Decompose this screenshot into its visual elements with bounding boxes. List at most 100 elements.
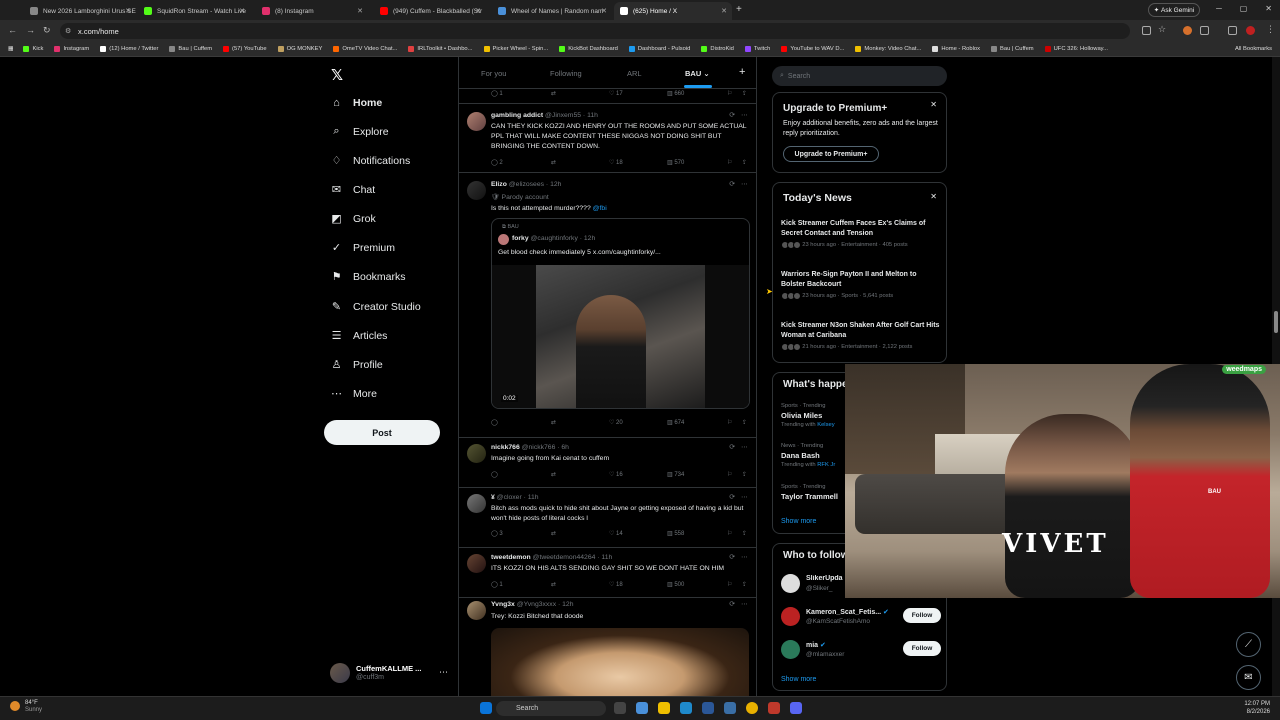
- extensions-puzzle-icon[interactable]: [1200, 26, 1209, 35]
- app-icon[interactable]: [636, 702, 648, 714]
- repost-icon[interactable]: ⇄: [551, 581, 556, 588]
- reply-icon[interactable]: ◯ 2: [491, 159, 503, 166]
- like-icon[interactable]: ♡ 17: [609, 90, 623, 97]
- search-input[interactable]: ⌕ Search: [772, 66, 947, 86]
- close-tab-icon[interactable]: ✕: [475, 7, 481, 15]
- share-icon[interactable]: ⇪: [742, 419, 747, 426]
- bookmark-item[interactable]: Instagram: [54, 46, 89, 52]
- trend-item[interactable]: Sports · Trending Taylor Trammell: [781, 484, 841, 501]
- app-icon[interactable]: [724, 702, 736, 714]
- discord-icon[interactable]: [790, 702, 802, 714]
- browser-tab[interactable]: Wheel of Names | Random nam ✕: [492, 2, 612, 20]
- bookmark-icon[interactable]: ⚐: [727, 419, 732, 426]
- back-icon[interactable]: ←: [8, 25, 17, 35]
- tab-arl[interactable]: ARL: [627, 69, 642, 78]
- reply-icon[interactable]: ◯ 1: [491, 581, 503, 588]
- trend-item[interactable]: News · Trending Dana Bash Trending with RF…: [781, 443, 841, 468]
- follow-button[interactable]: Follow: [903, 608, 941, 623]
- like-icon[interactable]: ♡ 16: [609, 471, 623, 478]
- close-tab-icon[interactable]: ✕: [721, 7, 727, 15]
- more-icon[interactable]: ⟳ ⋯: [729, 180, 748, 188]
- maximize-icon[interactable]: ▢: [1240, 4, 1248, 13]
- more-icon[interactable]: ⟳ ⋯: [729, 493, 748, 501]
- bookmark-item[interactable]: OG MONKEY: [277, 46, 322, 52]
- bookmark-item[interactable]: Bau | Cuffem: [991, 46, 1034, 52]
- sidebar-item-premium[interactable]: ✓ Premium: [330, 241, 395, 255]
- share-icon[interactable]: ⇪: [742, 471, 747, 478]
- like-icon[interactable]: ♡ 20: [609, 419, 623, 426]
- like-icon[interactable]: ♡ 14: [609, 530, 623, 537]
- tweet[interactable]: Elizo @elizosees · 12h 🛡 Parody account …: [459, 173, 756, 438]
- share-icon[interactable]: ⇪: [742, 581, 747, 588]
- avatar[interactable]: [467, 601, 486, 620]
- weather-widget[interactable]: 84°F Sunny: [10, 700, 42, 714]
- more-icon[interactable]: ⟳ ⋯: [729, 443, 748, 451]
- close-window-icon[interactable]: ✕: [1265, 4, 1272, 13]
- sidebar-item-home[interactable]: ⌂ Home: [330, 96, 382, 109]
- sidebar-item-chat[interactable]: ✉ Chat: [330, 183, 375, 197]
- tab-bau[interactable]: BAU ⌄: [685, 69, 710, 78]
- tweet-image[interactable]: [491, 628, 749, 696]
- messages-fab-icon[interactable]: ✉: [1236, 665, 1261, 690]
- avatar[interactable]: [467, 554, 486, 573]
- share-icon[interactable]: ⇪: [742, 530, 747, 537]
- x-logo-icon[interactable]: 𝕏: [331, 66, 343, 84]
- close-tab-icon[interactable]: ✕: [239, 7, 245, 15]
- bookmark-icon[interactable]: ⚐: [727, 530, 732, 537]
- video-player[interactable]: 0:02: [492, 265, 749, 408]
- more-icon[interactable]: ⋯: [439, 667, 448, 678]
- repost-icon[interactable]: ⇄: [551, 90, 556, 97]
- explorer-icon[interactable]: [658, 702, 670, 714]
- tweet[interactable]: nickk766 @nickk766 · 6h ⟳ ⋯ Imagine goin…: [459, 438, 756, 488]
- bookmark-icon[interactable]: ⚐: [727, 90, 732, 97]
- sidepanel-icon[interactable]: [1228, 26, 1237, 35]
- repost-icon[interactable]: ⇄: [551, 530, 556, 537]
- profile-avatar-icon[interactable]: [1246, 26, 1255, 35]
- post-button[interactable]: Post: [324, 420, 440, 445]
- bookmark-item[interactable]: Twitch: [744, 46, 770, 52]
- more-icon[interactable]: ⟳ ⋯: [729, 600, 748, 608]
- share-icon[interactable]: ⇪: [742, 159, 747, 166]
- sidebar-item-bookmarks[interactable]: ⚑ Bookmarks: [330, 270, 406, 284]
- tweet[interactable]: gambling addict @Jinxem55 · 11h ⟳ ⋯ CAN …: [459, 104, 756, 173]
- bookmark-item[interactable]: Home - Roblox: [932, 46, 980, 52]
- bookmark-icon[interactable]: ⚐: [727, 159, 732, 166]
- start-icon[interactable]: [480, 702, 492, 714]
- reload-icon[interactable]: ↻: [43, 25, 51, 36]
- bookmark-item[interactable]: OmeTV Video Chat...: [333, 46, 397, 52]
- menu-icon[interactable]: ⋮: [1266, 24, 1275, 35]
- browser-tab[interactable]: (8) Instagram ✕: [256, 2, 368, 20]
- show-more-link[interactable]: Show more: [781, 518, 816, 525]
- bookmark-item[interactable]: (57) YouTube: [223, 46, 267, 52]
- bookmark-item[interactable]: Kick: [23, 46, 43, 52]
- browser-tab[interactable]: New 2026 Lamborghini Urus SE ✕: [24, 2, 136, 20]
- reply-icon[interactable]: ◯ 1: [491, 90, 503, 97]
- site-info-icon[interactable]: ⚙: [65, 27, 71, 35]
- apps-icon[interactable]: ▦: [8, 46, 13, 52]
- taskbar-search[interactable]: Search: [496, 701, 606, 716]
- news-item[interactable]: Kick Streamer Cuffem Faces Ex's Claims o…: [781, 219, 941, 249]
- bookmark-icon[interactable]: ⚐: [727, 581, 732, 588]
- bookmark-item[interactable]: Dashboard - Pulsoid: [628, 46, 690, 52]
- more-icon[interactable]: ⟳ ⋯: [729, 553, 748, 561]
- extension-icon[interactable]: [1183, 26, 1192, 35]
- cast-icon[interactable]: [1142, 26, 1151, 35]
- close-icon[interactable]: ✕: [930, 100, 937, 109]
- tab-following[interactable]: Following: [550, 69, 582, 78]
- quoted-tweet[interactable]: ⧉ BAU forky @caughtinforky · 12h Get blo…: [491, 218, 750, 409]
- star-icon[interactable]: ☆: [1158, 24, 1166, 35]
- tweet[interactable]: ¥ @cloxer · 11h ⟳ ⋯ Bitch ass mods quick…: [459, 488, 756, 548]
- sidebar-item-articles[interactable]: ☰ Articles: [330, 329, 388, 343]
- bookmark-icon[interactable]: ⚐: [727, 471, 732, 478]
- follow-suggestion[interactable]: mia ✔ @mlamaxxer Follow: [781, 640, 941, 662]
- reply-icon[interactable]: ◯: [491, 419, 498, 426]
- bookmark-item[interactable]: (12) Home / Twitter: [100, 46, 158, 52]
- trend-item[interactable]: Sports · Trending Olivia Miles Trending wi…: [781, 403, 841, 428]
- news-item[interactable]: Kick Streamer N3on Shaken After Golf Car…: [781, 321, 941, 351]
- sidebar-item-grok[interactable]: ◩ Grok: [330, 212, 375, 226]
- avatar[interactable]: [467, 181, 486, 200]
- tweet[interactable]: tweetdemon @tweetdemon44264 · 11h ⟳ ⋯ IT…: [459, 548, 756, 598]
- repost-icon[interactable]: ⇄: [551, 471, 556, 478]
- sidebar-item-profile[interactable]: ♙ Profile: [330, 358, 383, 372]
- close-tab-icon[interactable]: ✕: [601, 7, 607, 15]
